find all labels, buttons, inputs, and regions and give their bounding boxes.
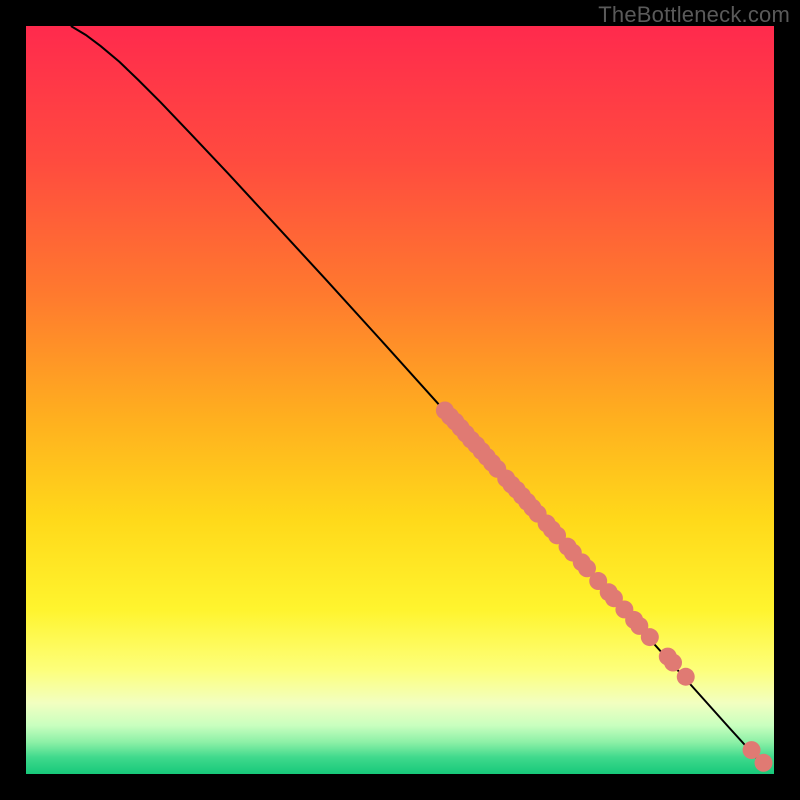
- data-point: [755, 754, 773, 772]
- chart-svg: [26, 26, 774, 774]
- chart-stage: TheBottleneck.com: [0, 0, 800, 800]
- data-point: [677, 668, 695, 686]
- watermark-text: TheBottleneck.com: [598, 2, 790, 28]
- data-point: [641, 628, 659, 646]
- data-point: [664, 654, 682, 672]
- plot-area: [26, 26, 774, 774]
